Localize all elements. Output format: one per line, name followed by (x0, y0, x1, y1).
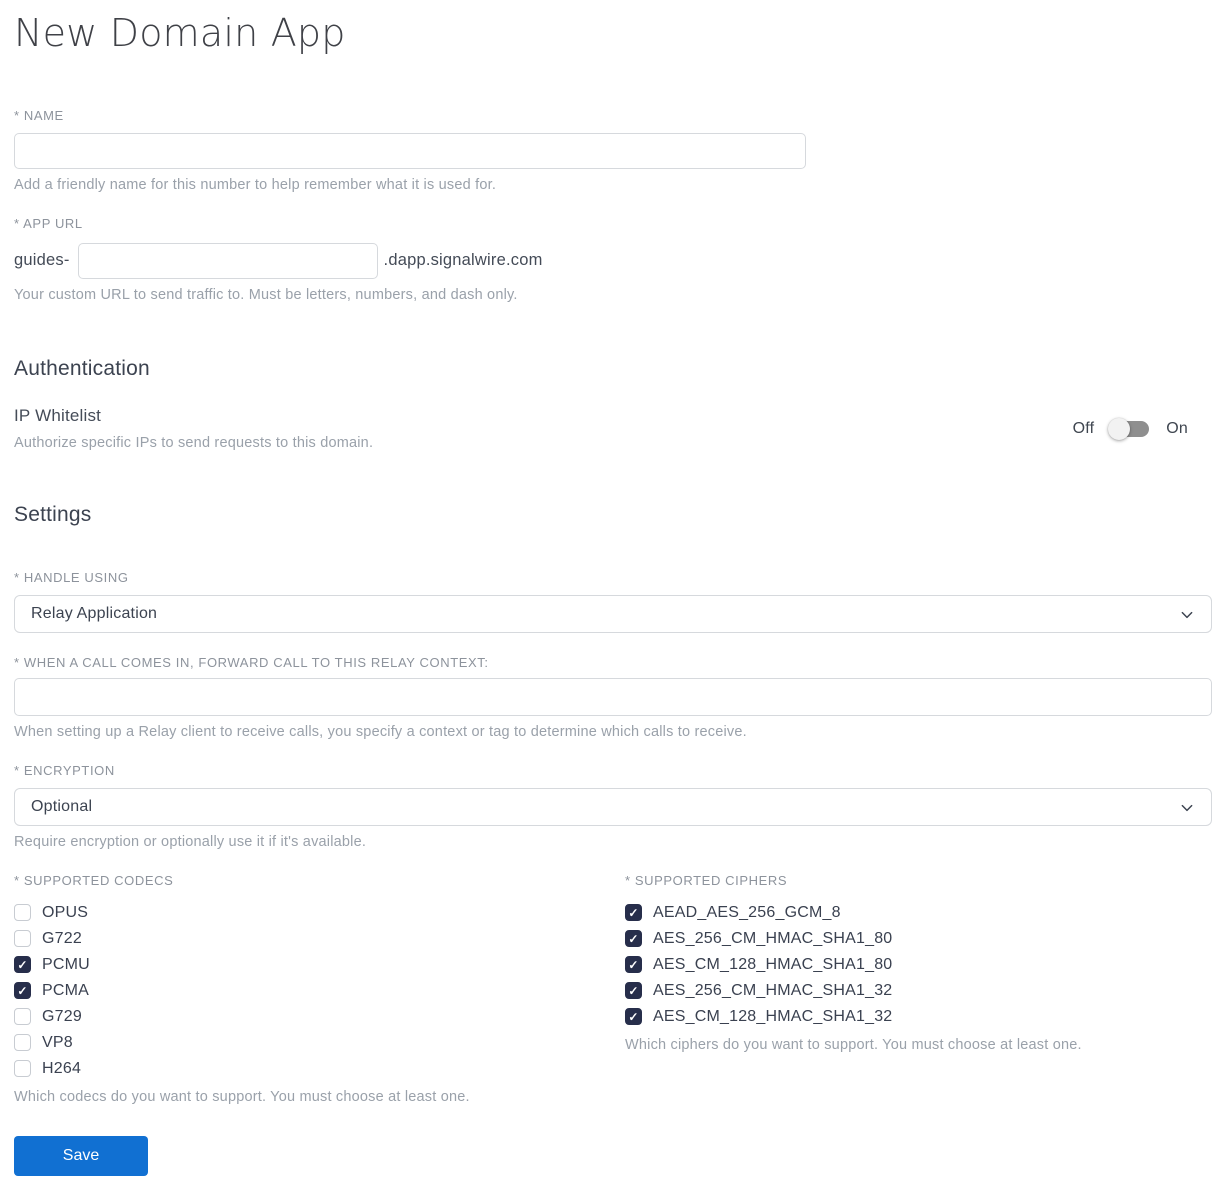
app-url-label: * APP URL (14, 215, 83, 231)
cipher-option-aes_cm_128_hmac_sha1_32[interactable]: ✓ AES_CM_128_HMAC_SHA1_32 (625, 1004, 1212, 1030)
handle-using-select[interactable]: Relay Application (14, 594, 1212, 633)
app-url-suffix: .dapp.signalwire.com (383, 251, 543, 269)
codec-option-label: VP8 (42, 1033, 73, 1051)
authentication-heading: Authentication (14, 356, 150, 380)
codec-option-label: G729 (42, 1007, 82, 1025)
codec-option-label: PCMA (42, 981, 90, 999)
name-input[interactable] (14, 132, 806, 169)
codec-option-label: G722 (42, 929, 82, 947)
codec-option-g722[interactable]: G722 (14, 926, 625, 952)
app-url-help: Your custom URL to send traffic to. Must… (14, 286, 518, 303)
cipher-option-label: AES_CM_128_HMAC_SHA1_32 (653, 1007, 893, 1025)
new-domain-app-form: New Domain App * NAME Add a friendly nam… (0, 0, 1230, 1190)
encryption-help: Require encryption or optionally use it … (14, 833, 367, 850)
encryption-group: * ENCRYPTION Optional Require encryption… (14, 763, 1212, 851)
codecs-help: Which codecs do you want to support. You… (14, 1088, 470, 1105)
cipher-option-aead_aes_256_gcm_8[interactable]: ✓ AEAD_AES_256_GCM_8 (625, 900, 1212, 926)
save-button[interactable]: Save (14, 1135, 148, 1176)
codec-option-h264[interactable]: H264 (14, 1056, 625, 1082)
encryption-select[interactable]: Optional (14, 787, 1212, 826)
ip-whitelist-row: IP Whitelist Authorize specific IPs to s… (14, 406, 1212, 452)
codec-option-pcma[interactable]: ✓ PCMA (14, 978, 625, 1004)
chevron-down-icon (1181, 804, 1193, 811)
codec-option-g729[interactable]: G729 (14, 1004, 625, 1030)
checkbox-checked-icon[interactable]: ✓ (625, 904, 642, 921)
codec-option-label: OPUS (42, 903, 89, 921)
cipher-option-aes_256_cm_hmac_sha1_32[interactable]: ✓ AES_256_CM_HMAC_SHA1_32 (625, 978, 1212, 1004)
app-url-field-group: * APP URL guides- .dapp.signalwire.com Y… (14, 216, 1212, 304)
cipher-option-label: AEAD_AES_256_GCM_8 (653, 903, 841, 921)
supported-codecs-group: * SUPPORTED CODECS OPUS G722 ✓ PCMU ✓ PCMA G72… (14, 873, 625, 1106)
toggle-thumb-icon (1108, 417, 1131, 440)
codec-option-label: PCMU (42, 955, 90, 973)
ip-whitelist-toggle-group: Off On (1073, 417, 1188, 441)
supported-ciphers-group: * SUPPORTED CIPHERS ✓ AEAD_AES_256_GCM_8 ✓… (625, 873, 1212, 1106)
handle-using-group: * HANDLE USING Relay Application (14, 570, 1212, 633)
app-url-row: guides- .dapp.signalwire.com (14, 242, 1212, 279)
cipher-option-label: AES_256_CM_HMAC_SHA1_80 (653, 929, 893, 947)
checkbox-checked-icon[interactable]: ✓ (14, 982, 31, 999)
checkbox-unchecked-icon[interactable] (14, 1008, 31, 1025)
ip-whitelist-text: IP Whitelist Authorize specific IPs to s… (14, 406, 373, 452)
cipher-option-label: AES_CM_128_HMAC_SHA1_80 (653, 955, 893, 973)
app-url-input[interactable] (77, 242, 378, 279)
relay-context-group: * WHEN A CALL COMES IN, FORWARD CALL TO … (14, 655, 1212, 741)
checkbox-checked-icon[interactable]: ✓ (625, 956, 642, 973)
codec-option-opus[interactable]: OPUS (14, 900, 625, 926)
settings-heading: Settings (14, 502, 92, 526)
codec-option-pcmu[interactable]: ✓ PCMU (14, 952, 625, 978)
checkbox-checked-icon[interactable]: ✓ (625, 1008, 642, 1025)
ip-whitelist-label: IP Whitelist (14, 405, 102, 425)
codec-option-label: H264 (42, 1059, 82, 1077)
encryption-label: * ENCRYPTION (14, 762, 115, 778)
checkbox-checked-icon[interactable]: ✓ (14, 956, 31, 973)
checkbox-unchecked-icon[interactable] (14, 1034, 31, 1051)
name-help: Add a friendly name for this number to h… (14, 176, 497, 193)
checkbox-checked-icon[interactable]: ✓ (625, 930, 642, 947)
checkbox-unchecked-icon[interactable] (14, 1060, 31, 1077)
handle-using-value: Relay Application (31, 604, 158, 622)
ciphers-help: Which ciphers do you want to support. Yo… (625, 1036, 1082, 1053)
codecs-checkbox-list: OPUS G722 ✓ PCMU ✓ PCMA G729 VP8 H264 (14, 900, 625, 1082)
chevron-down-icon (1181, 611, 1193, 618)
codec-option-vp8[interactable]: VP8 (14, 1030, 625, 1056)
checkbox-unchecked-icon[interactable] (14, 930, 31, 947)
supported-codecs-label: * SUPPORTED CODECS (14, 872, 174, 888)
relay-context-input[interactable] (14, 677, 1212, 716)
relay-context-label: * WHEN A CALL COMES IN, FORWARD CALL TO … (14, 654, 489, 670)
encryption-value: Optional (31, 797, 93, 815)
cipher-option-aes_256_cm_hmac_sha1_80[interactable]: ✓ AES_256_CM_HMAC_SHA1_80 (625, 926, 1212, 952)
supported-ciphers-label: * SUPPORTED CIPHERS (625, 872, 788, 888)
toggle-off-label: Off (1072, 419, 1095, 437)
name-field-group: * NAME Add a friendly name for this numb… (14, 108, 1212, 194)
checkbox-checked-icon[interactable]: ✓ (625, 982, 642, 999)
relay-context-help: When setting up a Relay client to receiv… (14, 723, 747, 740)
ip-whitelist-help: Authorize specific IPs to send requests … (14, 434, 374, 451)
cipher-option-label: AES_256_CM_HMAC_SHA1_32 (653, 981, 893, 999)
name-label: * NAME (14, 107, 64, 123)
page-title: New Domain App (14, 11, 346, 55)
cipher-option-aes_cm_128_hmac_sha1_80[interactable]: ✓ AES_CM_128_HMAC_SHA1_80 (625, 952, 1212, 978)
checkbox-unchecked-icon[interactable] (14, 904, 31, 921)
app-url-prefix: guides- (14, 251, 70, 269)
toggle-on-label: On (1166, 419, 1188, 437)
ip-whitelist-toggle[interactable] (1108, 417, 1152, 441)
codecs-ciphers-columns: * SUPPORTED CODECS OPUS G722 ✓ PCMU ✓ PCMA G72… (14, 873, 1212, 1106)
ciphers-checkbox-list: ✓ AEAD_AES_256_GCM_8 ✓ AES_256_CM_HMAC_SHA1… (625, 900, 1212, 1030)
handle-using-label: * HANDLE USING (14, 569, 129, 585)
